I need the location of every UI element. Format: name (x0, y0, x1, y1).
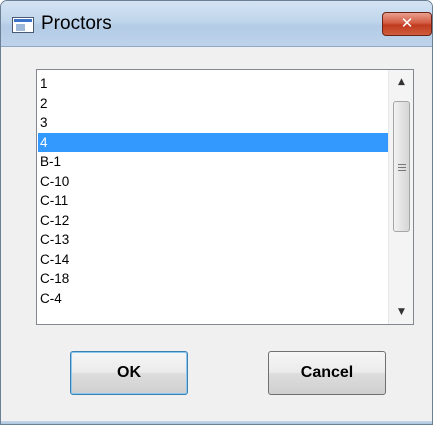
list-item[interactable]: 1 (38, 74, 388, 94)
list-item[interactable]: C-4 (38, 289, 388, 309)
window-bottom-edge (1, 421, 432, 424)
list-item[interactable]: C-11 (38, 191, 388, 211)
scroll-up-icon[interactable]: ▲ (389, 70, 414, 94)
list-item[interactable]: 3 (38, 113, 388, 133)
close-button[interactable]: ✕ (382, 12, 432, 36)
app-icon-pane (16, 24, 25, 31)
list-item[interactable]: 4 (38, 132, 388, 152)
cancel-button[interactable]: Cancel (268, 351, 386, 395)
vertical-scrollbar[interactable]: ▲ ▼ (388, 70, 413, 324)
proctors-listbox[interactable]: 1 2 3 4 B-1 C-10 C-11 C-12 C-13 C-14 C-18 C-4 ▲ ▼ (36, 69, 414, 325)
list-item[interactable]: C-13 (38, 230, 388, 250)
ok-button[interactable]: OK (70, 351, 188, 395)
app-window-icon (12, 17, 34, 33)
scroll-down-icon[interactable]: ▼ (389, 300, 414, 324)
thumb-grip-icon (398, 164, 406, 171)
list-item[interactable]: C-14 (38, 250, 388, 270)
list-items: 1 2 3 4 B-1 C-10 C-11 C-12 C-13 C-14 C-18 C-4 (38, 74, 388, 308)
scroll-thumb[interactable] (393, 101, 410, 232)
list-item[interactable]: C-12 (38, 211, 388, 231)
dialog-window: Proctors ✕ 1 2 3 4 B-1 C-10 C-11 C-12 C-13 C-14 C-… (0, 0, 433, 425)
app-icon-strip (14, 19, 32, 22)
window-title: Proctors (41, 13, 112, 34)
list-item[interactable]: C-10 (38, 172, 388, 192)
list-item[interactable]: C-18 (38, 269, 388, 289)
close-icon: ✕ (400, 14, 414, 32)
list-item[interactable]: 2 (38, 94, 388, 114)
title-bar[interactable]: Proctors ✕ (1, 1, 432, 47)
list-item[interactable]: B-1 (38, 152, 388, 172)
